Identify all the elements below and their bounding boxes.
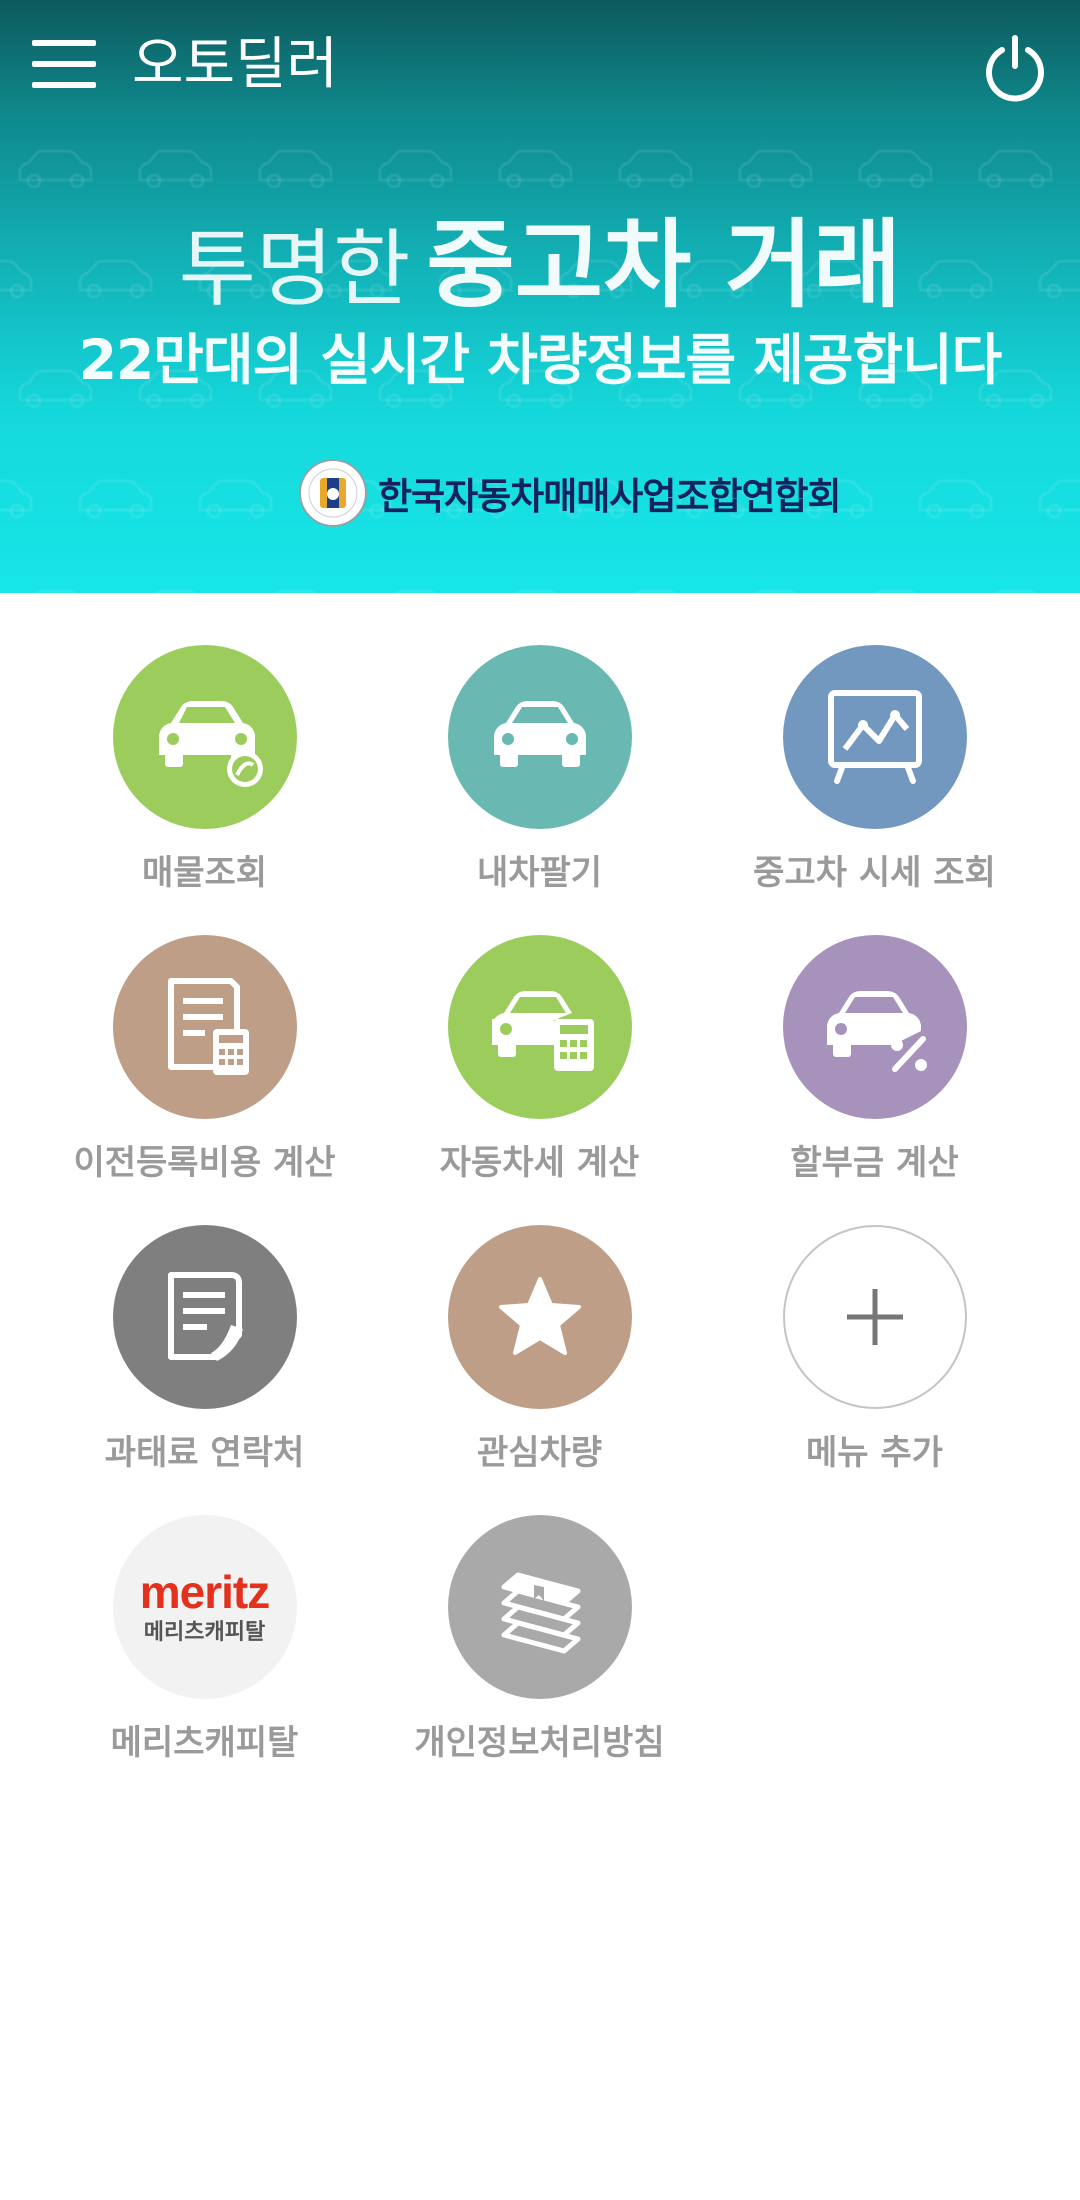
banner-subline: 22만대의 실시간 차량정보를 제공합니다 [78, 328, 1003, 392]
headline-light: 투명한 [178, 220, 411, 318]
car-calculator-icon [447, 935, 632, 1119]
menu-item-label: 중고차 시세 조회 [753, 853, 996, 893]
meritz-logo: meritz 메리츠캐피탈 [112, 1515, 297, 1699]
association-seal-icon [299, 459, 367, 527]
menu-item-price-check[interactable]: 중고차 시세 조회 [708, 645, 1041, 915]
menu-item-car-tax-calc[interactable]: 자동차세 계산 [373, 935, 706, 1205]
app-title: 오토딜러 [132, 32, 339, 97]
menu-item-listing-search[interactable]: 매물조회 [38, 645, 371, 915]
document-calculator-icon [112, 935, 297, 1119]
association-badge: 한국자동차매매사업조합연합회 [298, 458, 842, 528]
menu-item-label: 메뉴 추가 [806, 1433, 943, 1473]
menu-item-sell-car[interactable]: 내차팔기 [373, 645, 706, 915]
car-search-icon [112, 645, 297, 829]
book-stack-icon [447, 1515, 632, 1699]
menu-item-transfer-fee-calc[interactable]: 이전등록비용 계산 [38, 935, 371, 1205]
menu-item-label: 할부금 계산 [790, 1143, 959, 1183]
price-chart-icon [782, 645, 967, 829]
menu-item-label: 개인정보처리방침 [414, 1723, 665, 1763]
power-icon[interactable] [980, 32, 1050, 102]
star-icon [447, 1225, 632, 1409]
top-bar: 오토딜러 [0, 0, 1080, 130]
hero-banner: 오토딜러 투명한 중고차 거래 22만대의 실시간 차량정보를 제공합니다 한국자… [0, 0, 1080, 593]
document-phone-icon [112, 1225, 297, 1409]
headline-bold: 중고차 거래 [426, 209, 902, 321]
menu-item-privacy-policy[interactable]: 개인정보처리방침 [373, 1515, 706, 1785]
hamburger-menu-icon[interactable] [30, 36, 100, 92]
meritz-logo-sub: 메리츠캐피탈 [143, 1620, 266, 1645]
car-percent-icon [782, 935, 967, 1119]
car-icon [447, 645, 632, 829]
menu-item-fine-contacts[interactable]: 과태료 연락처 [38, 1225, 371, 1495]
menu-item-favorites[interactable]: 관심차량 [373, 1225, 706, 1495]
menu-item-meritz-capital[interactable]: meritz 메리츠캐피탈 메리츠캐피탈 [38, 1515, 371, 1785]
menu-item-add-menu[interactable]: 메뉴 추가 [708, 1225, 1041, 1495]
menu-item-installment-calc[interactable]: 할부금 계산 [708, 935, 1041, 1205]
meritz-logo-word: meritz [139, 1566, 270, 1618]
plus-icon [782, 1225, 967, 1409]
association-name: 한국자동차매매사업조합연합회 [378, 475, 842, 518]
